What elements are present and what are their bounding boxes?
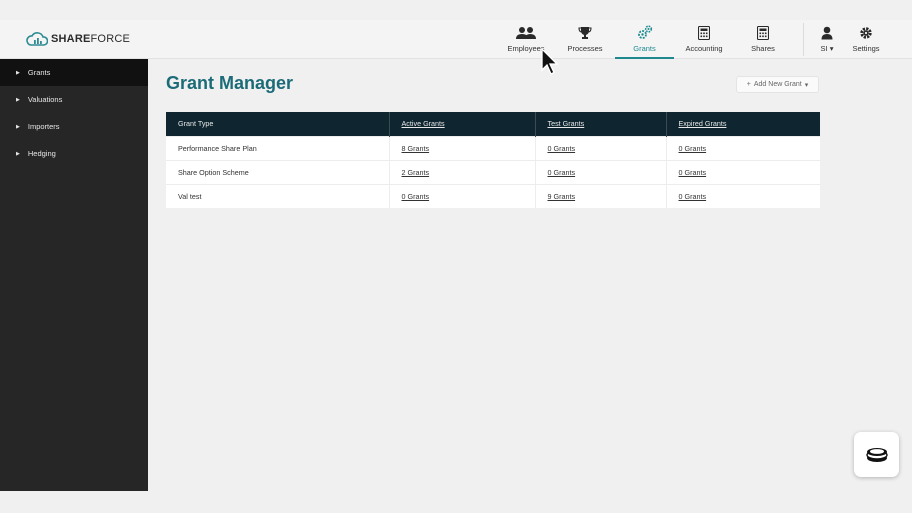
user-icon [821, 25, 833, 40]
cell-test: 0 Grants [535, 159, 667, 184]
table-row: Performance Share Plan 8 Grants 0 Grants… [166, 135, 820, 160]
plus-icon: + [746, 81, 751, 88]
nav-shares[interactable]: Shares [744, 20, 782, 59]
sidebar-item-hedging[interactable]: ▶ Hedging [0, 140, 148, 167]
nav-settings-label: Settings [852, 44, 880, 53]
sidebar-item-label: Hedging [27, 149, 56, 158]
nav-settings[interactable]: Settings [849, 20, 883, 59]
cell-active: 0 Grants [389, 183, 536, 208]
page-title: Grant Manager [166, 73, 294, 93]
expired-grants-link[interactable]: 0 Grants [679, 144, 707, 153]
table-row: Share Option Scheme 2 Grants 0 Grants 0 … [166, 159, 820, 184]
test-grants-link[interactable]: 0 Grants [548, 144, 576, 153]
header-expired-grants-link[interactable]: Expired Grants [679, 119, 727, 128]
cell-active: 2 Grants [389, 159, 536, 184]
test-grants-link[interactable]: 9 Grants [548, 192, 576, 201]
expired-grants-link[interactable]: 0 Grants [679, 192, 707, 201]
cell-grant-type: Share Option Scheme [166, 159, 390, 184]
nav-user-menu[interactable]: SI ▾ [813, 20, 841, 59]
nav-accounting-label: Accounting [685, 44, 723, 53]
caret-right-icon: ▶ [16, 150, 20, 157]
header-grant-type: Grant Type [166, 112, 390, 136]
cell-expired: 0 Grants [666, 183, 820, 208]
gears-icon [637, 25, 653, 40]
table-row: Val test 0 Grants 9 Grants 0 Grants [166, 183, 820, 208]
table-header-row: Grant Type Active Grants Test Grants Exp… [166, 112, 820, 136]
app-header: SHAREFORCE Employees Processes Grants Ac… [0, 20, 912, 59]
nav-shares-label: Shares [751, 44, 775, 53]
expired-grants-link[interactable]: 0 Grants [679, 168, 707, 177]
sidebar-item-grants[interactable]: ▶ Grants [0, 59, 148, 86]
add-new-grant-label: Add New Grant [753, 81, 802, 88]
add-new-grant-button[interactable]: + Add New Grant ▾ [736, 76, 819, 93]
caret-right-icon: ▶ [16, 69, 20, 76]
test-grants-link[interactable]: 0 Grants [548, 168, 576, 177]
nav-user-label: SI ▾ [820, 44, 834, 53]
header-test-grants-link[interactable]: Test Grants [548, 119, 585, 128]
header-test-grants[interactable]: Test Grants [535, 112, 667, 136]
cell-expired: 0 Grants [666, 159, 820, 184]
nav-accounting[interactable]: Accounting [680, 20, 728, 59]
cell-grant-type: Performance Share Plan [166, 135, 390, 160]
chat-stack-icon [865, 447, 888, 462]
grant-table: Grant Type Active Grants Test Grants Exp… [166, 112, 820, 208]
cloud-chart-icon [26, 32, 48, 46]
logo-text: SHAREFORCE [51, 33, 131, 45]
header-expired-grants[interactable]: Expired Grants [666, 112, 820, 136]
caret-right-icon: ▶ [16, 123, 20, 130]
cell-test: 9 Grants [535, 183, 667, 208]
top-strip [0, 0, 912, 20]
cell-active: 8 Grants [389, 135, 536, 160]
chat-widget-button[interactable] [854, 432, 899, 477]
nav-divider [803, 23, 804, 56]
nav-employees-label: Employees [507, 44, 545, 53]
users-icon [515, 25, 537, 40]
calculator-icon [757, 25, 769, 40]
sidebar-item-label: Grants [27, 68, 51, 77]
calculator-icon [698, 25, 710, 40]
caret-down-icon: ▾ [804, 81, 809, 89]
cell-test: 0 Grants [535, 135, 667, 160]
chevron-down-icon: ▾ [829, 44, 834, 53]
nav-grants-label: Grants [633, 44, 656, 53]
sidebar-item-importers[interactable]: ▶ Importers [0, 113, 148, 140]
active-grants-link[interactable]: 0 Grants [402, 192, 430, 201]
sidebar: ▶ Grants ▶ Valuations ▶ Importers ▶ Hedg… [0, 59, 148, 491]
trophy-icon [578, 25, 592, 40]
nav-processes[interactable]: Processes [563, 20, 607, 59]
sidebar-item-label: Valuations [27, 95, 63, 104]
mouse-pointer-icon [541, 48, 559, 75]
cell-expired: 0 Grants [666, 135, 820, 160]
active-grants-link[interactable]: 8 Grants [402, 144, 430, 153]
caret-right-icon: ▶ [16, 96, 20, 103]
active-grants-link[interactable]: 2 Grants [402, 168, 430, 177]
sidebar-item-label: Importers [27, 122, 60, 131]
gear-icon [859, 25, 873, 40]
nav-processes-label: Processes [567, 44, 603, 53]
header-active-grants[interactable]: Active Grants [389, 112, 536, 136]
shareforce-logo[interactable]: SHAREFORCE [26, 31, 130, 47]
header-active-grants-link[interactable]: Active Grants [402, 119, 445, 128]
nav-grants[interactable]: Grants [615, 20, 674, 59]
sidebar-item-valuations[interactable]: ▶ Valuations [0, 86, 148, 113]
cell-grant-type: Val test [166, 183, 390, 208]
